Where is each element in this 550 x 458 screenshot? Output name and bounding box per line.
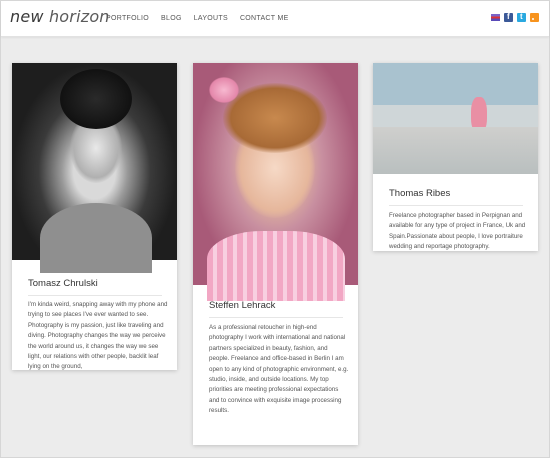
divider (389, 205, 523, 206)
profile-card-tomasz[interactable]: Tomasz Chrulski I'm kinda weird, snappin… (12, 63, 177, 370)
profile-name: Tomasz Chrulski (28, 278, 98, 289)
portrait-hair-shape (60, 69, 132, 129)
portrait-shoulders-shape (40, 203, 152, 273)
rss-icon[interactable] (530, 13, 539, 22)
sand-shape (373, 127, 538, 174)
profile-name: Thomas Ribes (389, 188, 451, 199)
portrait-photo[interactable] (12, 63, 177, 273)
profile-bio: As a professional retoucher in high-end … (209, 324, 349, 415)
dress-shape (207, 231, 345, 301)
portrait-photo[interactable] (193, 63, 358, 301)
twitter-icon[interactable] (517, 12, 526, 22)
main-nav: PORTFOLIO BLOG LAYOUTS CONTACT ME (106, 15, 289, 22)
nav-contact-me[interactable]: CONTACT ME (240, 15, 289, 22)
facebook-icon[interactable] (504, 12, 513, 22)
social-links (491, 12, 539, 22)
nav-portfolio[interactable]: PORTFOLIO (106, 15, 149, 22)
site-header: new horizon PORTFOLIO BLOG LAYOUTS CONTA… (1, 1, 549, 37)
profile-card-thomas[interactable]: Thomas Ribes Freelance photographer base… (373, 63, 538, 251)
flag-icon[interactable] (491, 14, 500, 21)
profile-card-steffen[interactable]: Steffen Lehrack As a professional retouc… (193, 63, 358, 445)
logo-suffix: horizon (48, 7, 110, 26)
nav-blog[interactable]: BLOG (161, 15, 182, 22)
profile-bio: I'm kinda weird, snapping away with my p… (28, 301, 168, 371)
logo-prefix: new (10, 7, 49, 26)
nav-layouts[interactable]: LAYOUTS (194, 15, 228, 22)
profile-bio: Freelance photographer based in Perpigna… (389, 212, 526, 251)
beach-photo[interactable] (373, 63, 538, 174)
site-logo[interactable]: new horizon (10, 7, 110, 26)
portrait-hair-shape (223, 83, 327, 153)
divider (209, 317, 343, 318)
hair-bow-shape (209, 77, 239, 103)
profile-name: Steffen Lehrack (209, 300, 276, 311)
divider (28, 295, 162, 296)
